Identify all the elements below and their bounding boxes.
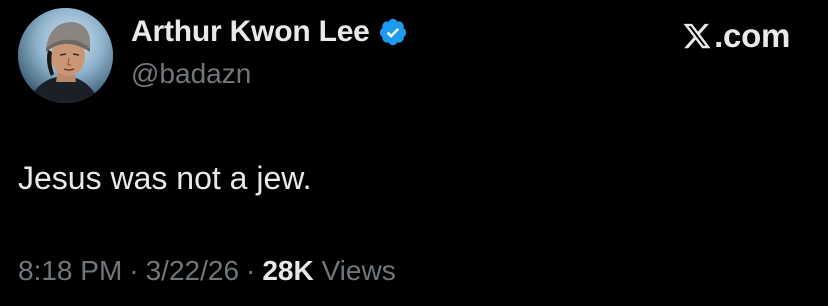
tweet-meta: 8:18 PM · 3/22/26 · 28K Views [18, 255, 396, 287]
meta-separator: · [129, 255, 139, 286]
brand-text: .com [714, 17, 790, 54]
tweet-text: Jesus was not a jew. [18, 160, 312, 196]
author-handle[interactable]: @badazn [131, 58, 251, 90]
brand-logo: .com [682, 17, 790, 55]
verified-badge-icon [378, 17, 408, 47]
author-name-row[interactable]: Arthur Kwon Lee [131, 15, 408, 49]
views-stat[interactable]: 28K Views [262, 255, 395, 287]
tweet-date[interactable]: 3/22/26 [146, 255, 239, 287]
tweet-time[interactable]: 8:18 PM [18, 255, 122, 287]
avatar[interactable] [18, 8, 113, 103]
views-label: Views [321, 255, 396, 286]
author-display-name[interactable]: Arthur Kwon Lee [131, 15, 370, 49]
avatar-image [18, 8, 113, 103]
x-logo-icon [682, 21, 712, 51]
meta-separator: · [246, 255, 256, 286]
views-count: 28K [262, 255, 314, 286]
